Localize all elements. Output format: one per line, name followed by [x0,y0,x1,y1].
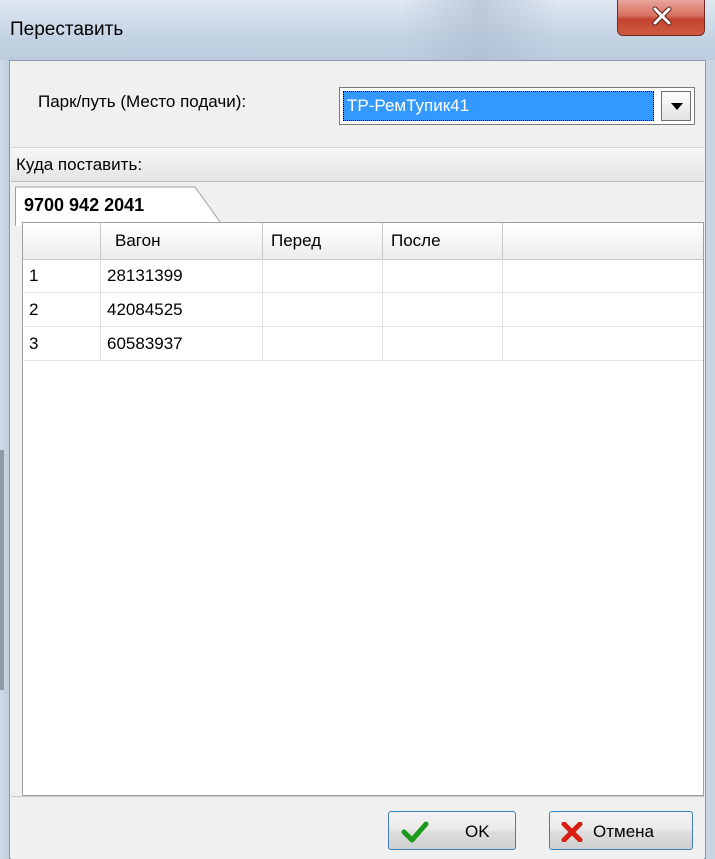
header-wagon[interactable]: Вагон [101,223,263,259]
cell-before[interactable] [263,259,383,293]
close-icon [652,6,672,26]
table-row[interactable]: 2 42084525 [23,293,703,327]
cell-rownum: 1 [23,259,101,293]
cell-rownum: 3 [23,327,101,361]
window-frame-right [706,60,715,859]
section-header: Куда поставить: [11,147,704,182]
park-dropdown[interactable]: ТР-РемТупик41 [339,87,695,125]
park-label: Парк/путь (Место подачи): [38,92,247,111]
checkmark-icon [401,821,429,843]
cell-filler [503,327,703,361]
wagon-table[interactable]: Вагон Перед После 1 28131399 2 42084525 … [22,222,704,796]
cell-rownum: 2 [23,293,101,327]
cancel-button-label: Отмена [593,822,654,841]
window-frame-left [0,60,9,859]
window-title: Переставить [10,19,124,40]
cell-wagon[interactable]: 42084525 [101,293,263,327]
tab-label: 9700 942 2041 [24,195,145,215]
cell-filler [503,259,703,293]
cancel-button[interactable]: Отмена [549,811,693,850]
table-row[interactable]: 1 28131399 [23,259,703,293]
title-bar-glow [400,0,560,60]
ok-button-label: OK [465,822,490,841]
header-after[interactable]: После [383,223,503,259]
chevron-down-icon [671,103,683,110]
table-header: Вагон Перед После [23,223,703,260]
header-filler [503,223,703,259]
header-before[interactable]: Перед [263,223,383,259]
cell-before[interactable] [263,327,383,361]
header-rownum[interactable] [23,223,101,259]
dialog-client-area: Парк/путь (Место подачи): ТР-РемТупик41 … [9,60,706,859]
button-bar: OK Отмена [11,796,704,859]
x-icon [561,822,583,842]
cell-wagon[interactable]: 28131399 [101,259,263,293]
cell-after[interactable] [383,293,503,327]
tab-strip: 9700 942 2041 [11,182,704,226]
ok-button[interactable]: OK [388,811,516,850]
close-button[interactable] [617,0,705,36]
cell-after[interactable] [383,259,503,293]
cell-after[interactable] [383,327,503,361]
tab-wagon-group[interactable]: 9700 942 2041 [15,186,224,226]
table-row[interactable]: 3 60583937 [23,327,703,361]
park-dropdown-value: ТР-РемТупик41 [343,91,654,121]
cell-filler [503,293,703,327]
cell-before[interactable] [263,293,383,327]
park-dropdown-button[interactable] [661,91,691,121]
title-bar[interactable]: Переставить [0,0,715,60]
cell-wagon[interactable]: 60583937 [101,327,263,361]
